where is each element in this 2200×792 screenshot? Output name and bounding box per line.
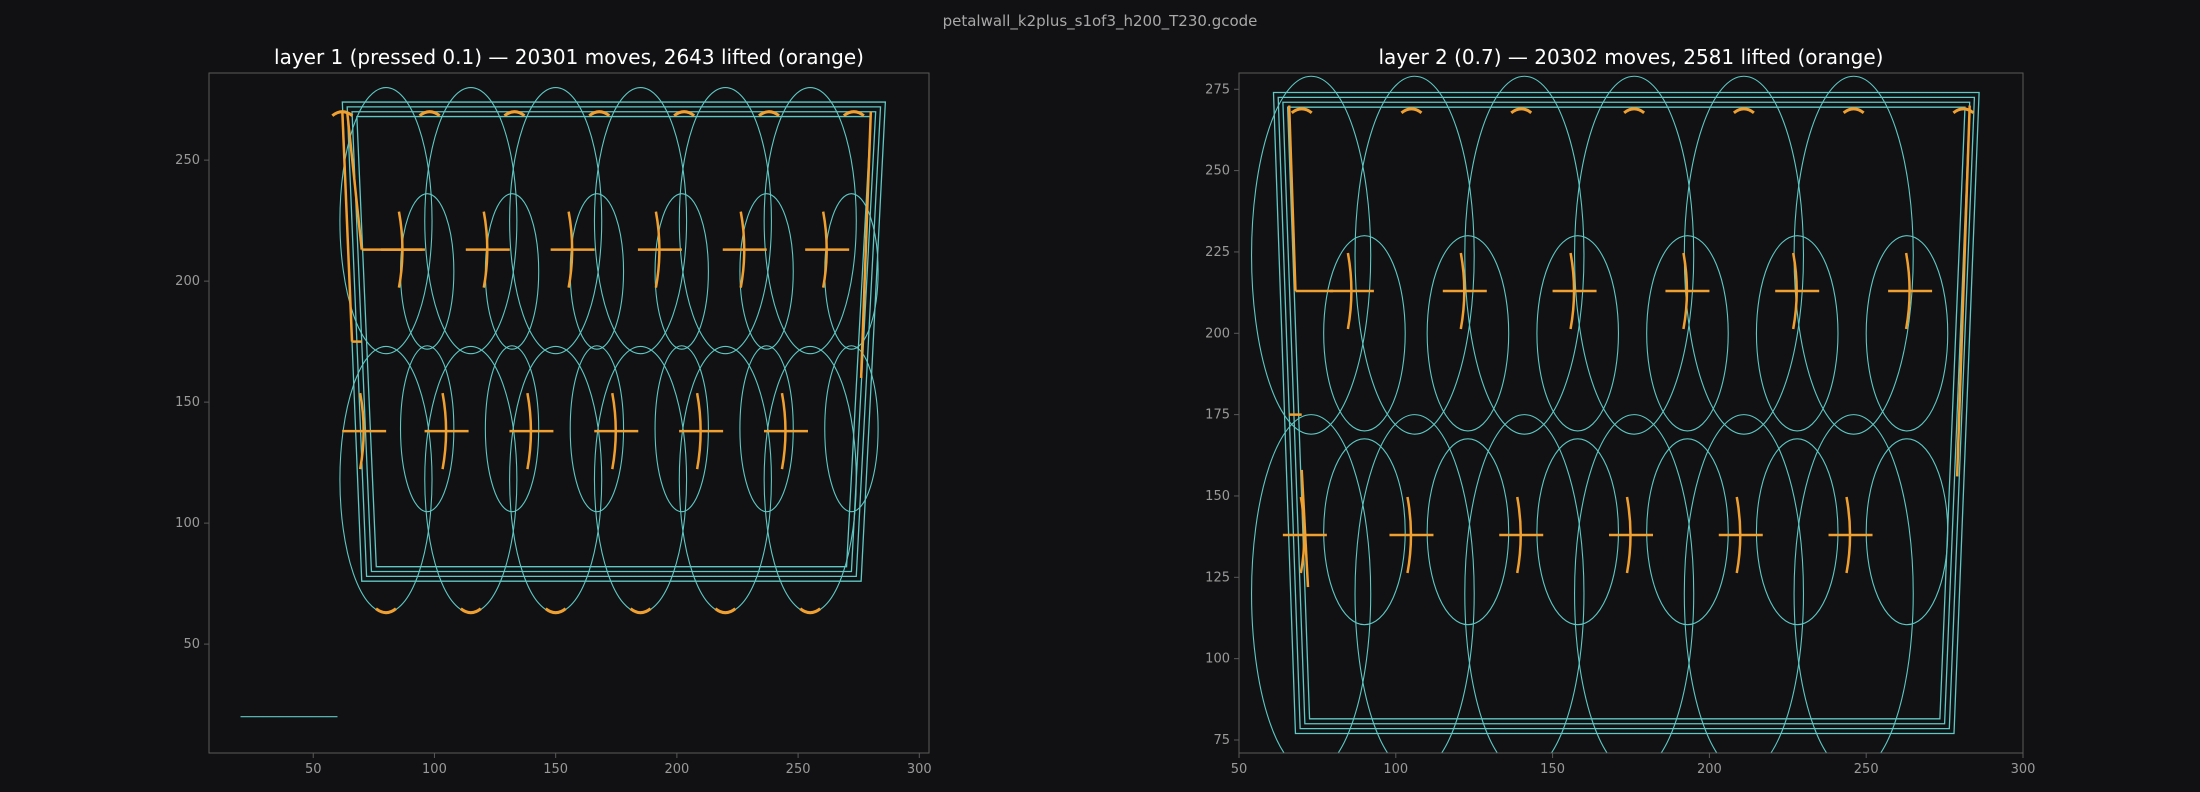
y-tick-label: 250	[175, 153, 200, 168]
petal-outer	[593, 345, 688, 614]
petal-inner	[1865, 438, 1949, 626]
petal-outer	[1793, 75, 1914, 435]
lifted-arc-bottom	[459, 607, 482, 615]
lifted-arc-top	[1290, 107, 1313, 115]
lifted-arc-bottom	[799, 607, 822, 615]
lifted-arc-bottom	[1677, 769, 1697, 773]
lifted-arc-top	[842, 110, 865, 117]
lifted-arc-bottom	[1348, 769, 1368, 773]
panel-2: layer 2 (0.7) — 20302 moves, 2581 lifted…	[1205, 45, 2035, 777]
y-tick-label: 100	[1205, 652, 1230, 667]
y-tick-label: 225	[1205, 245, 1230, 260]
y-tick-label: 100	[175, 516, 200, 531]
petal-outer	[339, 86, 433, 355]
x-tick-label: 300	[907, 762, 932, 777]
lifted-arc-bottom	[714, 607, 737, 615]
panel-title: layer 1 (pressed 0.1) — 20301 moves, 264…	[274, 45, 864, 69]
petal-inner	[739, 193, 794, 350]
lifted-arc-bottom	[1897, 769, 1917, 773]
x-tick-label: 150	[543, 762, 568, 777]
petal-inner	[484, 193, 540, 350]
x-tick-label: 250	[786, 762, 811, 777]
petal-inner	[569, 193, 625, 350]
petal-outer	[509, 86, 603, 355]
outline-ring	[1277, 96, 1976, 730]
lifted-arc-top	[1842, 107, 1865, 115]
chart-canvas: layer 1 (pressed 0.1) — 20301 moves, 264…	[175, 45, 2035, 777]
lifted-arc-top	[758, 110, 780, 117]
figure: petalwall_k2plus_s1of3_h200_T230.gcode l…	[0, 0, 2200, 792]
petal-outer	[678, 345, 772, 614]
y-tick-label: 150	[175, 395, 200, 410]
outline-ring	[341, 101, 887, 582]
lifted-arc-bottom	[1458, 769, 1478, 773]
petal-outer	[678, 86, 772, 355]
x-tick-label: 250	[1854, 762, 1879, 777]
lifted-arc-top	[503, 110, 526, 117]
y-tick-label: 150	[1205, 489, 1230, 504]
lifted-arc-bottom	[544, 607, 567, 615]
lifted-line	[1287, 105, 1297, 292]
y-tick-label: 50	[183, 637, 200, 652]
petal-outer	[1250, 75, 1372, 435]
panel-title: layer 2 (0.7) — 20302 moves, 2581 lifted…	[1379, 45, 1884, 69]
y-tick-label: 125	[1205, 570, 1230, 585]
petal-outer	[509, 345, 603, 614]
petal-inner	[654, 193, 709, 350]
panel-1: layer 1 (pressed 0.1) — 20301 moves, 264…	[175, 45, 932, 777]
x-tick-label: 200	[664, 762, 689, 777]
x-tick-label: 100	[1383, 762, 1408, 777]
petal-inner	[1323, 438, 1406, 626]
outline-ring	[356, 115, 872, 568]
lifted-line	[859, 111, 873, 378]
petal-outer	[1683, 75, 1805, 435]
y-tick-label: 250	[1205, 164, 1230, 179]
petal-outer	[424, 345, 518, 614]
petal-outer	[1574, 75, 1695, 435]
petal-inner	[824, 193, 879, 350]
axes-frame	[208, 72, 930, 754]
x-tick-label: 300	[2011, 762, 2036, 777]
lifted-arc-bottom	[1568, 769, 1588, 773]
lifted-arc-top	[418, 110, 441, 117]
petal-outer	[424, 86, 518, 355]
petal-outer	[1464, 75, 1585, 435]
y-tick-label: 75	[1213, 733, 1230, 748]
x-tick-label: 50	[1231, 762, 1248, 777]
y-tick-label: 275	[1205, 82, 1230, 97]
plot-area	[1250, 75, 1980, 773]
axes-frame	[1238, 72, 2024, 754]
lifted-arc-bottom	[375, 607, 397, 615]
y-tick-label: 200	[175, 274, 200, 289]
petal-outer	[763, 86, 857, 355]
lifted-arc-top	[1400, 107, 1423, 115]
lifted-arc-top	[673, 110, 696, 117]
x-tick-label: 100	[422, 762, 447, 777]
outline-ring	[1272, 91, 1980, 735]
x-tick-label: 200	[1697, 762, 1722, 777]
lifted-arc-bottom	[1787, 769, 1807, 773]
petal-inner	[399, 193, 455, 350]
plot-area	[240, 86, 887, 718]
petal-outer	[763, 345, 857, 614]
petal-outer	[593, 86, 688, 355]
outline-ring	[1286, 106, 1966, 720]
lifted-arc-top	[1510, 107, 1533, 115]
petal-outer	[1354, 75, 1475, 435]
lifted-arc-top	[588, 110, 611, 117]
y-tick-label: 175	[1205, 408, 1230, 423]
x-tick-label: 150	[1540, 762, 1565, 777]
lifted-arc-top	[1732, 107, 1755, 115]
x-tick-label: 50	[305, 762, 322, 777]
lifted-arc-bottom	[629, 607, 652, 615]
lifted-arc-top	[1623, 107, 1646, 115]
y-tick-label: 200	[1205, 326, 1230, 341]
